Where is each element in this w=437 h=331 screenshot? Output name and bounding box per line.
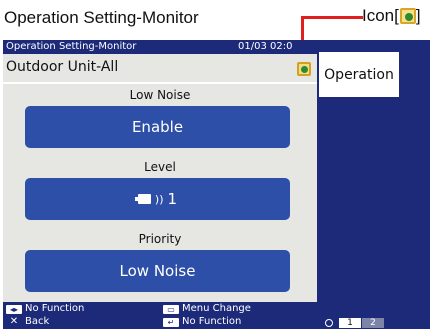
footer-left-bottom: ✕ Back bbox=[6, 316, 49, 328]
figure-caption: Operation Setting-Monitor bbox=[4, 8, 199, 27]
footer-left2-text: Back bbox=[25, 316, 50, 327]
tab-operation[interactable]: Operation bbox=[319, 52, 399, 97]
level-number: 1 bbox=[167, 190, 178, 208]
footer-left1-text: No Function bbox=[25, 303, 85, 314]
icon-callout-text: Icon[ bbox=[362, 6, 399, 25]
page-dot-icon bbox=[325, 319, 333, 327]
footer-mid-bottom: ↵ No Function bbox=[163, 316, 241, 328]
clock: 01/03 02:0 bbox=[238, 41, 293, 52]
controller-screen: Operation Setting-Monitor 01/03 02:0 Out… bbox=[3, 40, 430, 329]
level-label: Level bbox=[144, 160, 176, 174]
battery-icon bbox=[134, 194, 151, 204]
back-key-icon: ✕ bbox=[9, 316, 19, 327]
footer-mid2-text: No Function bbox=[182, 316, 242, 327]
page-indicator: 1 2 bbox=[325, 318, 384, 328]
priority-label: Priority bbox=[138, 232, 182, 246]
icon-callout-label: Icon[ ] bbox=[362, 6, 421, 26]
footer-mid-top: ▭ Menu Change bbox=[163, 303, 251, 315]
low-noise-label: Low Noise bbox=[129, 88, 191, 102]
unit-title: Outdoor Unit-All bbox=[6, 59, 119, 75]
icon-callout-close: ] bbox=[415, 6, 421, 25]
footer-mid1-text: Menu Change bbox=[182, 303, 251, 314]
level-button[interactable]: )) 1 bbox=[25, 178, 290, 220]
arrows-key-icon: ◂▸ bbox=[6, 304, 22, 314]
callout-line-horizontal bbox=[301, 16, 363, 19]
footer-left-top: ◂▸ No Function bbox=[6, 303, 84, 315]
main-panel: Outdoor Unit-All Low Noise Enable Level … bbox=[3, 54, 317, 302]
page-1[interactable]: 1 bbox=[339, 318, 361, 328]
low-noise-button[interactable]: Enable bbox=[25, 106, 290, 148]
menu-key-icon: ▭ bbox=[163, 304, 179, 314]
screen-title: Operation Setting-Monitor bbox=[6, 41, 137, 52]
level-value: )) 1 bbox=[134, 190, 178, 208]
page-2[interactable]: 2 bbox=[362, 318, 384, 328]
status-icon bbox=[297, 62, 311, 76]
signal-icon: )) bbox=[154, 192, 164, 206]
enter-key-icon: ↵ bbox=[163, 317, 179, 327]
status-icon-sample bbox=[399, 8, 416, 24]
footer-bar: ◂▸ No Function ✕ Back ▭ Menu Change ↵ No… bbox=[3, 302, 430, 329]
title-bar: Operation Setting-Monitor 01/03 02:0 bbox=[3, 40, 313, 54]
panel-divider bbox=[3, 82, 317, 84]
priority-button[interactable]: Low Noise bbox=[25, 250, 290, 292]
